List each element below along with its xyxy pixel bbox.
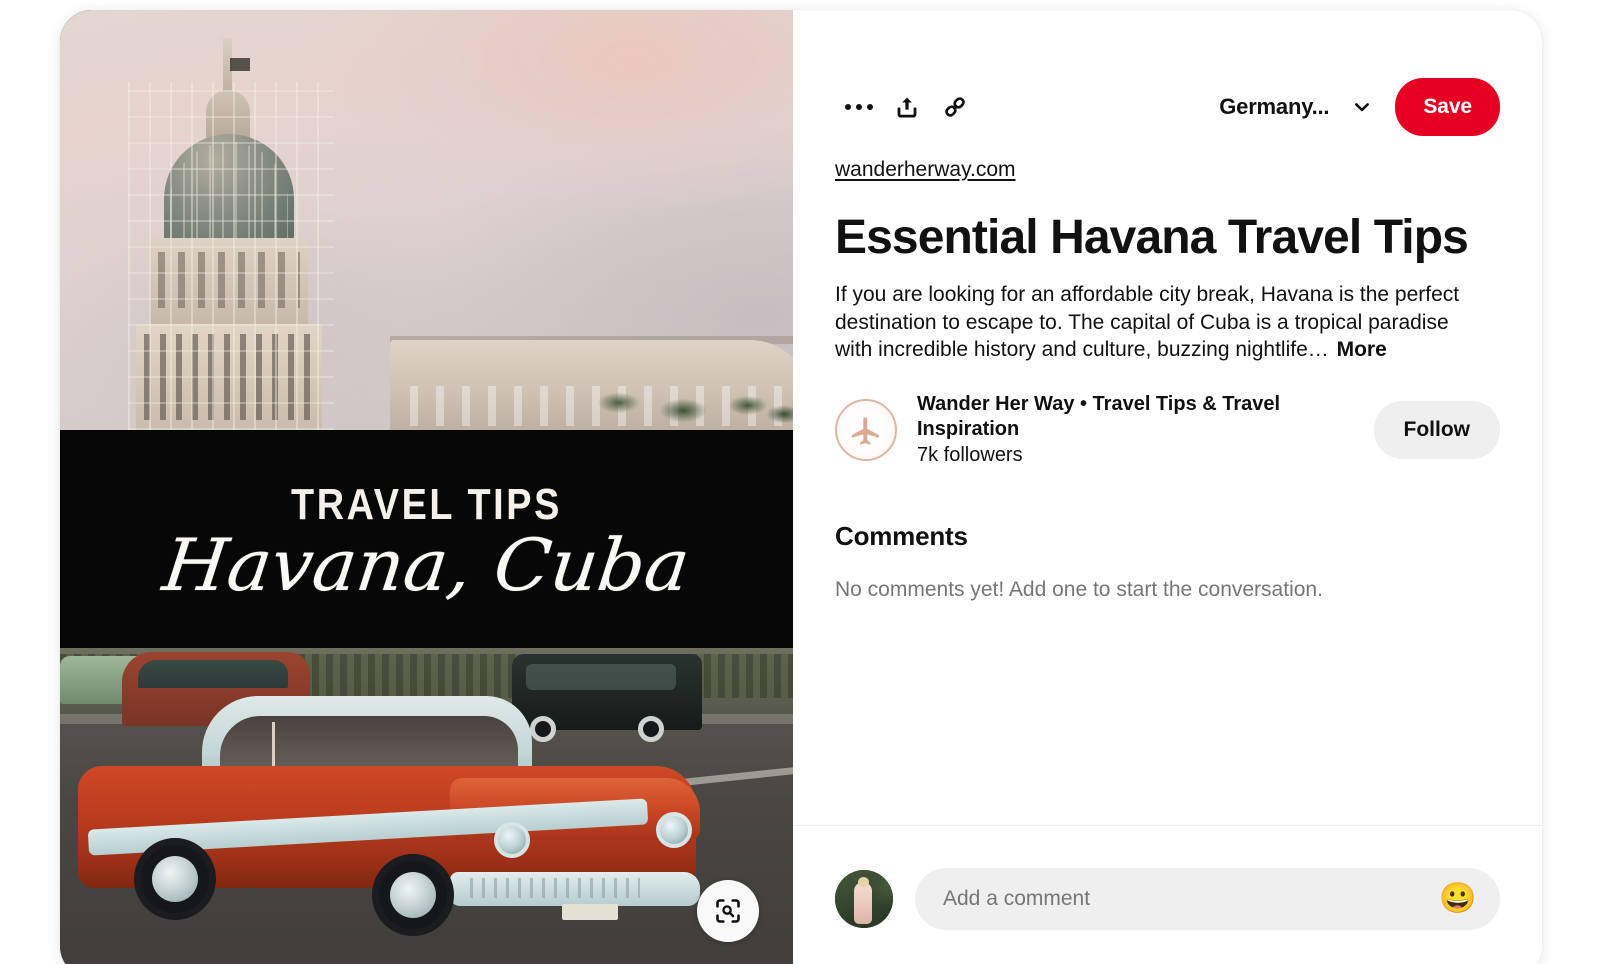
avatar-person-dress: [854, 882, 872, 924]
more-options-icon: [845, 104, 873, 110]
airplane-avatar-icon: [851, 417, 879, 445]
capitol-dome: [110, 38, 380, 430]
save-button[interactable]: Save: [1395, 78, 1500, 136]
car-bumper: [450, 872, 700, 906]
avatar-person-hair: [858, 877, 869, 887]
comment-input[interactable]: [943, 887, 1438, 911]
havana-capitol-photo-top: [60, 10, 793, 430]
user-avatar[interactable]: [835, 870, 893, 928]
creator-followers: 7k followers: [917, 444, 1023, 467]
creator-row: Wander Her Way • Travel Tips & Travel In…: [835, 392, 1500, 467]
visual-search-button[interactable]: [697, 880, 759, 942]
creator-meta: Wander Her Way • Travel Tips & Travel In…: [917, 392, 1374, 467]
car-headlight-outer: [656, 812, 692, 848]
comments-empty-state: No comments yet! Add one to start the co…: [835, 578, 1323, 602]
car-wheel-front: [372, 854, 454, 936]
composer-divider: [793, 825, 1542, 826]
pin-description: If you are looking for an affordable cit…: [835, 281, 1465, 365]
board-selector[interactable]: Germany...: [1219, 94, 1373, 120]
chevron-down-icon: [1355, 103, 1370, 112]
copy-link-icon: [945, 97, 965, 117]
creator-avatar[interactable]: [835, 398, 897, 461]
creator-name[interactable]: Wander Her Way • Travel Tips & Travel In…: [917, 392, 1347, 441]
selected-board-name: Germany...: [1219, 94, 1330, 119]
dome-flag: [230, 58, 250, 71]
share-icon: [897, 97, 917, 118]
pin-title: Essential Havana Travel Tips: [835, 211, 1469, 264]
more-options-button[interactable]: [835, 83, 883, 131]
comments-heading: Comments: [835, 521, 968, 552]
visual-search-icon: [716, 899, 740, 923]
share-button[interactable]: [883, 83, 931, 131]
palm-trees: [580, 382, 793, 430]
pin-detail-panel: Germany... Save wanderherway.com Essenti…: [793, 10, 1542, 964]
pin-closeup-card: TRAVEL TIPS Havana, Cuba Germany... Save…: [60, 10, 1542, 964]
emoji-picker-button[interactable]: 😀: [1438, 879, 1478, 919]
classic-car: [70, 696, 710, 946]
overlay-kicker-text: TRAVEL TIPS: [291, 480, 562, 529]
source-domain-link[interactable]: wanderherway.com: [835, 158, 1016, 182]
car-wheel-rear: [134, 838, 216, 920]
pin-action-bar: Germany... Save: [835, 66, 1500, 148]
overlay-script-text: Havana, Cuba: [158, 523, 695, 607]
dome-scaffolding: [128, 82, 334, 430]
car-license-plate: [562, 904, 618, 920]
follow-button[interactable]: Follow: [1373, 400, 1500, 459]
car-headlight-inner: [494, 822, 530, 858]
comment-composer: 😀: [835, 868, 1500, 930]
comment-input-wrapper[interactable]: 😀: [915, 868, 1500, 930]
pin-detail-page: TRAVEL TIPS Havana, Cuba Germany... Save…: [0, 0, 1600, 964]
copy-link-button[interactable]: [931, 83, 979, 131]
pin-image[interactable]: TRAVEL TIPS Havana, Cuba: [60, 10, 793, 964]
havana-street-photo: [60, 648, 793, 964]
description-more-link[interactable]: More: [1337, 338, 1387, 361]
pin-text-overlay: TRAVEL TIPS Havana, Cuba: [60, 430, 793, 648]
